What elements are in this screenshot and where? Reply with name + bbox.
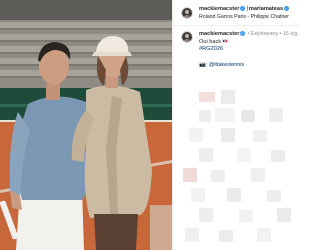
blur-block <box>221 128 235 142</box>
photo-illustration <box>0 0 172 250</box>
blur-block <box>199 110 211 122</box>
blur-block <box>253 130 267 142</box>
caption-text-content: Oui back <box>199 39 222 45</box>
collaborator-username[interactable]: mariamateas <box>249 6 283 12</box>
blur-block <box>215 108 235 122</box>
authors-separator: | <box>246 6 248 12</box>
photo-credit: 📷: @ittakestennis <box>199 62 244 69</box>
blur-block <box>183 168 197 182</box>
header-divider <box>173 25 300 26</box>
post-time[interactable]: • 16 tyg. <box>279 31 299 38</box>
france-flag-icon <box>222 39 229 43</box>
caption-author-avatar[interactable] <box>181 31 193 43</box>
blur-block <box>199 148 213 162</box>
verified-badge-icon: ✓ <box>239 6 245 11</box>
blur-block <box>237 148 251 162</box>
caption-text: Oui back <box>199 39 229 46</box>
blur-block <box>191 188 205 202</box>
author-username[interactable]: mackiemacster <box>199 6 239 12</box>
blur-block <box>221 90 235 104</box>
post-photo[interactable] <box>0 0 172 250</box>
blur-block <box>241 110 255 122</box>
blur-block <box>199 208 213 222</box>
caption-author-line: mackiemacster✓ • Edytowany <box>199 31 278 38</box>
blur-block <box>199 92 215 102</box>
post-header: mackiemacster✓ |mariamateas✓ Roland Garro… <box>181 5 299 25</box>
blurred-comments <box>181 84 299 250</box>
author-avatar[interactable] <box>181 7 193 19</box>
post-side-panel: mackiemacster✓ |mariamateas✓ Roland Garro… <box>172 0 300 250</box>
verified-badge-icon: ✓ <box>283 6 289 11</box>
credit-mention[interactable]: @ittakestennis <box>209 62 244 68</box>
blur-block <box>189 128 203 142</box>
camera-icon: 📷: <box>199 62 208 68</box>
caption-hashtag[interactable]: #RG2026 <box>199 46 223 53</box>
blur-block <box>211 170 225 182</box>
blur-block <box>269 108 283 122</box>
blur-block <box>267 190 281 202</box>
blur-block <box>185 228 199 242</box>
blur-block <box>239 210 253 222</box>
blur-block <box>271 150 285 162</box>
blur-block <box>227 188 241 202</box>
verified-badge-icon: ✓ <box>239 31 245 36</box>
blur-block <box>219 230 233 242</box>
blur-block <box>277 208 291 222</box>
blur-block <box>251 168 265 182</box>
post-location[interactable]: Roland Garros Paris - Philippe Chatrier <box>199 14 289 20</box>
caption-author-username[interactable]: mackiemacster <box>199 31 239 37</box>
post-authors: mackiemacster✓ |mariamateas✓ <box>199 6 289 13</box>
edited-label: • Edytowany <box>247 31 279 37</box>
blur-block <box>257 228 271 242</box>
